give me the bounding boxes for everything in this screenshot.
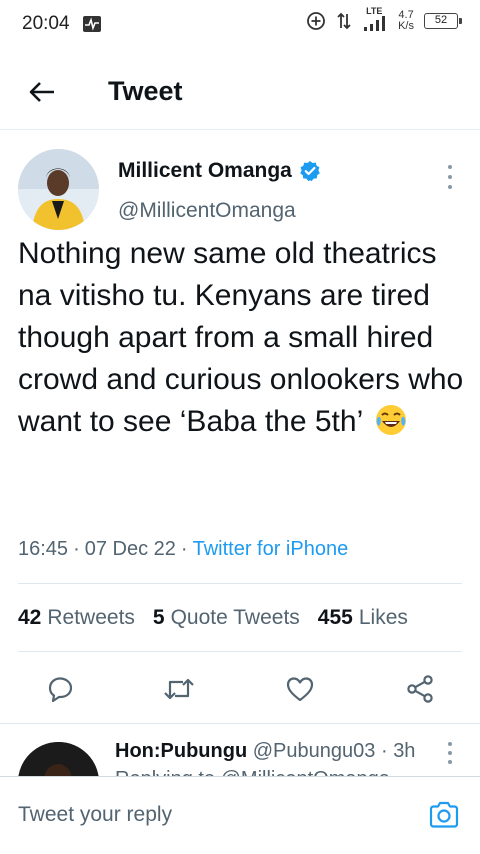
divider (18, 651, 462, 652)
likes-count: 455 (317, 606, 353, 629)
top-app-bar: Tweet (0, 54, 480, 130)
reply-tweet[interactable]: Hon:Pubungu @Pubungu03 · 3h Replying to … (0, 724, 480, 776)
camera-icon (429, 801, 459, 828)
reply-icon (48, 677, 73, 703)
reply-context: Replying to @MillicentOmanga (115, 768, 390, 776)
page-title: Tweet (108, 76, 183, 106)
tweet-actions (0, 669, 480, 709)
author-name-row: Millicent Omanga (118, 159, 321, 183)
arrow-left-icon (29, 81, 54, 102)
tweet-timestamp: 16:45 · 07 Dec 22 · Twitter for iPhone (18, 538, 349, 560)
retweets-label: Retweets (47, 606, 135, 629)
reply-separator: · (380, 740, 388, 762)
verified-badge-icon (300, 161, 320, 182)
avatar-image (18, 149, 99, 230)
reply-more-options-button[interactable] (442, 742, 458, 764)
likes-stat[interactable]: 455 Likes (318, 606, 408, 630)
share-icon (407, 675, 433, 703)
quote-tweets-stat[interactable]: 5 Quote Tweets (153, 606, 300, 630)
heart-icon (286, 677, 314, 702)
like-button[interactable] (284, 673, 316, 705)
camera-button[interactable] (428, 799, 460, 831)
network-speed: 4.7 K/s (398, 10, 414, 32)
battery-icon: 52 (424, 13, 462, 29)
data-saver-icon (307, 12, 325, 30)
tweet-text: Nothing new same old theatrics na vitish… (18, 233, 464, 443)
status-right: LTE 4.7 K/s 52 (306, 6, 462, 32)
reply-header: Hon:Pubungu @Pubungu03 · 3h (115, 740, 415, 763)
reply-avatar-image (18, 742, 99, 776)
retweet-button[interactable] (163, 673, 195, 705)
signal-icon (364, 16, 386, 31)
tweet-time: 16:45 (18, 538, 69, 560)
activity-icon (82, 16, 101, 32)
author-handle[interactable]: @MillicentOmanga (118, 199, 296, 223)
author-avatar[interactable] (18, 149, 99, 230)
reply-avatar[interactable] (18, 742, 99, 776)
reply-author-handle[interactable]: @Pubungu03 (253, 740, 376, 762)
tweet-date: 07 Dec 22 (84, 538, 176, 560)
back-button[interactable] (26, 76, 58, 108)
reply-time: 3h (393, 740, 416, 762)
divider (18, 583, 462, 584)
quote-tweets-label: Quote Tweets (170, 606, 300, 629)
reply-input[interactable] (18, 803, 398, 827)
likes-label: Likes (358, 606, 408, 629)
battery-level: 52 (434, 14, 448, 26)
data-transfer-icon (337, 12, 351, 30)
more-vertical-icon (448, 165, 452, 169)
retweets-count: 42 (18, 606, 42, 629)
status-bar: 20:04 LTE 4.7 K/s 52 (0, 0, 480, 48)
laughing-emoji-icon (376, 405, 407, 435)
status-time: 20:04 (22, 13, 70, 34)
reply-button[interactable] (44, 673, 76, 705)
more-vertical-icon (448, 742, 452, 746)
reply-composer (0, 776, 480, 854)
tweet-stats: 42 Retweets 5 Quote Tweets 455 Likes (18, 606, 408, 630)
quote-tweets-count: 5 (152, 606, 165, 629)
more-options-button[interactable] (442, 165, 458, 189)
signal-group: LTE (362, 6, 388, 32)
retweets-stat[interactable]: 42 Retweets (18, 606, 135, 630)
tweet-source-link[interactable]: Twitter for iPhone (193, 538, 349, 560)
status-left: 20:04 (22, 13, 102, 35)
reply-author-name[interactable]: Hon:Pubungu (115, 740, 247, 762)
author-name[interactable]: Millicent Omanga (118, 159, 292, 183)
network-speed-unit: K/s (398, 20, 414, 32)
share-button[interactable] (404, 673, 436, 705)
retweet-icon (164, 678, 194, 700)
